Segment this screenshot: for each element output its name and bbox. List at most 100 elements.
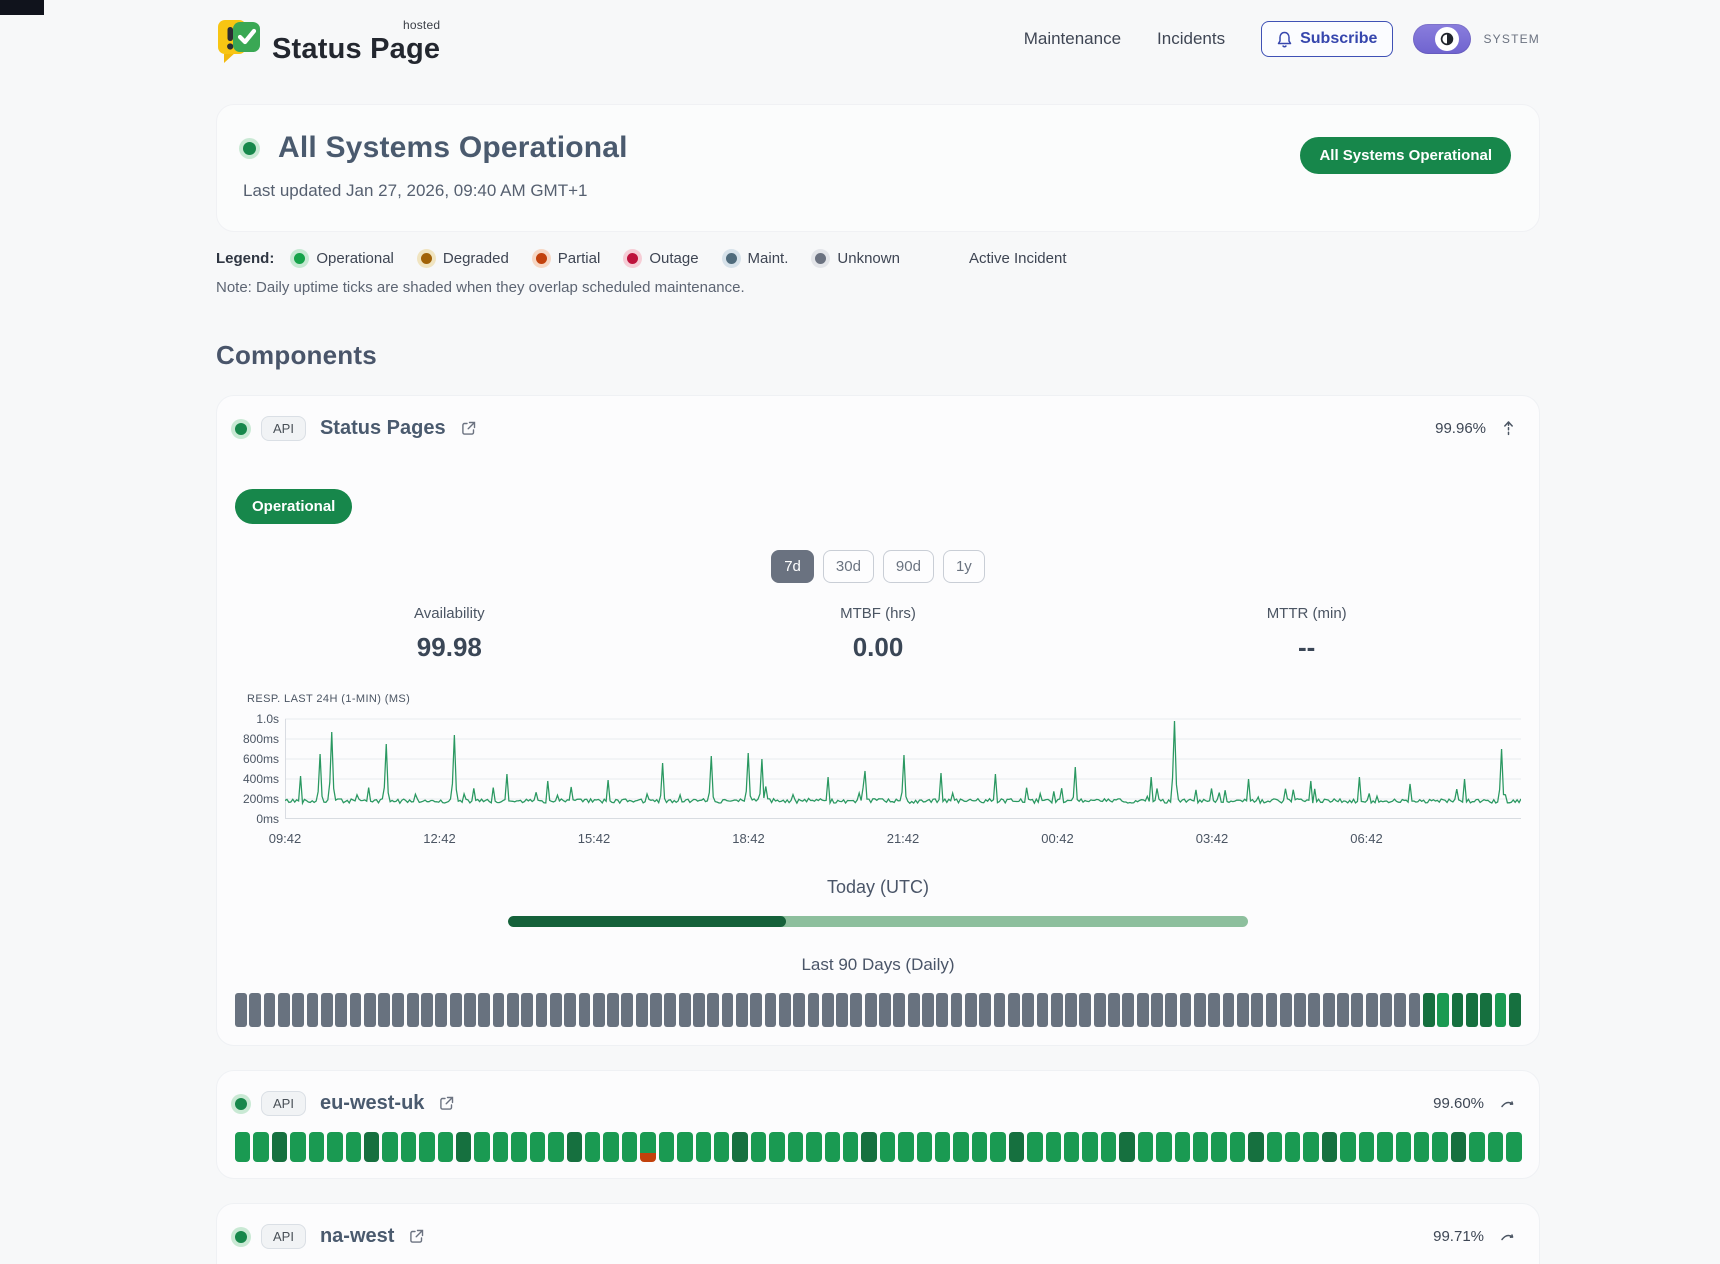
uptime-tick[interactable] (788, 1132, 803, 1162)
uptime-tick[interactable] (1308, 993, 1320, 1027)
uptime-tick[interactable] (392, 993, 404, 1027)
uptime-tick[interactable] (1008, 993, 1020, 1027)
uptime-tick[interactable] (793, 993, 805, 1027)
uptime-tick[interactable] (622, 1132, 637, 1162)
uptime-tick[interactable] (1437, 993, 1449, 1027)
uptime-tick[interactable] (750, 993, 762, 1027)
uptime-tick[interactable] (1509, 993, 1521, 1027)
uptime-tick[interactable] (564, 993, 576, 1027)
expand-toggle-icon[interactable] (1500, 1231, 1515, 1242)
uptime-tick[interactable] (1394, 993, 1406, 1027)
uptime-tick[interactable] (936, 993, 948, 1027)
uptime-tick[interactable] (235, 1132, 250, 1162)
uptime-tick[interactable] (1156, 1132, 1171, 1162)
uptime-tick[interactable] (765, 993, 777, 1027)
uptime-tick[interactable] (1151, 993, 1163, 1027)
uptime-tick[interactable] (1237, 993, 1249, 1027)
uptime-tick[interactable] (1294, 993, 1306, 1027)
uptime-tick[interactable] (507, 993, 519, 1027)
uptime-tick[interactable] (880, 1132, 895, 1162)
uptime-tick[interactable] (456, 1132, 471, 1162)
uptime-tick[interactable] (364, 993, 376, 1027)
uptime-tick[interactable] (264, 993, 276, 1027)
nav-maintenance[interactable]: Maintenance (1024, 29, 1121, 49)
uptime-tick[interactable] (714, 1132, 729, 1162)
uptime-tick[interactable] (664, 993, 676, 1027)
uptime-tick[interactable] (1122, 993, 1134, 1027)
uptime-tick[interactable] (953, 1132, 968, 1162)
uptime-tick[interactable] (677, 1132, 692, 1162)
uptime-tick[interactable] (640, 1132, 655, 1162)
uptime-tick[interactable] (249, 993, 261, 1027)
uptime-tick[interactable] (736, 993, 748, 1027)
uptime-tick[interactable] (1251, 993, 1263, 1027)
uptime-tick[interactable] (1480, 993, 1492, 1027)
uptime-tick[interactable] (1248, 1132, 1263, 1162)
uptime-tick[interactable] (843, 1132, 858, 1162)
uptime-tick[interactable] (1165, 993, 1177, 1027)
brand[interactable]: Status Page hosted (216, 14, 440, 64)
uptime-tick[interactable] (822, 993, 834, 1027)
uptime-tick[interactable] (309, 1132, 324, 1162)
theme-toggle[interactable] (1413, 24, 1471, 54)
external-link-icon[interactable] (460, 420, 477, 437)
uptime-tick[interactable] (693, 993, 705, 1027)
uptime-tick[interactable] (603, 1132, 618, 1162)
uptime-tick[interactable] (335, 993, 347, 1027)
uptime-tick[interactable] (751, 1132, 766, 1162)
uptime-tick[interactable] (1466, 993, 1478, 1027)
uptime-tick[interactable] (1266, 993, 1278, 1027)
uptime-tick[interactable] (1377, 1132, 1392, 1162)
range-button-1y[interactable]: 1y (943, 550, 985, 583)
uptime-tick[interactable] (536, 993, 548, 1027)
uptime-tick[interactable] (879, 993, 891, 1027)
uptime-tick[interactable] (1211, 1132, 1226, 1162)
uptime-tick[interactable] (364, 1132, 379, 1162)
uptime-tick[interactable] (1022, 993, 1034, 1027)
uptime-tick[interactable] (1414, 1132, 1429, 1162)
uptime-tick[interactable] (951, 993, 963, 1027)
uptime-tick[interactable] (1451, 1132, 1466, 1162)
uptime-tick[interactable] (1359, 1132, 1374, 1162)
uptime-tick[interactable] (1009, 1132, 1024, 1162)
uptime-tick[interactable] (272, 1132, 287, 1162)
uptime-tick[interactable] (779, 993, 791, 1027)
uptime-tick[interactable] (382, 1132, 397, 1162)
uptime-tick[interactable] (493, 993, 505, 1027)
collapse-toggle-icon[interactable] (1502, 420, 1515, 437)
uptime-tick[interactable] (548, 1132, 563, 1162)
uptime-tick[interactable] (593, 993, 605, 1027)
uptime-tick[interactable] (419, 1132, 434, 1162)
uptime-tick[interactable] (307, 993, 319, 1027)
nav-incidents[interactable]: Incidents (1157, 29, 1225, 49)
uptime-tick[interactable] (1194, 993, 1206, 1027)
uptime-tick[interactable] (659, 1132, 674, 1162)
uptime-tick[interactable] (1432, 1132, 1447, 1162)
uptime-tick[interactable] (1223, 993, 1235, 1027)
uptime-tick[interactable] (1340, 1132, 1355, 1162)
uptime-tick[interactable] (327, 1132, 342, 1162)
uptime-tick[interactable] (585, 1132, 600, 1162)
uptime-tick[interactable] (636, 993, 648, 1027)
uptime-tick[interactable] (1469, 1132, 1484, 1162)
uptime-tick[interactable] (567, 1132, 582, 1162)
uptime-tick[interactable] (732, 1132, 747, 1162)
uptime-tick[interactable] (972, 1132, 987, 1162)
uptime-tick[interactable] (1380, 993, 1392, 1027)
uptime-tick[interactable] (435, 993, 447, 1027)
uptime-tick[interactable] (1452, 993, 1464, 1027)
uptime-tick[interactable] (1079, 993, 1091, 1027)
uptime-tick[interactable] (1208, 993, 1220, 1027)
uptime-tick[interactable] (922, 993, 934, 1027)
uptime-tick[interactable] (1046, 1132, 1061, 1162)
uptime-tick[interactable] (679, 993, 691, 1027)
uptime-tick[interactable] (1108, 993, 1120, 1027)
uptime-tick[interactable] (421, 993, 433, 1027)
uptime-tick[interactable] (979, 993, 991, 1027)
uptime-tick[interactable] (607, 993, 619, 1027)
uptime-tick[interactable] (321, 993, 333, 1027)
external-link-icon[interactable] (408, 1228, 425, 1245)
uptime-tick[interactable] (1322, 1132, 1337, 1162)
range-button-30d[interactable]: 30d (823, 550, 874, 583)
uptime-tick[interactable] (474, 1132, 489, 1162)
